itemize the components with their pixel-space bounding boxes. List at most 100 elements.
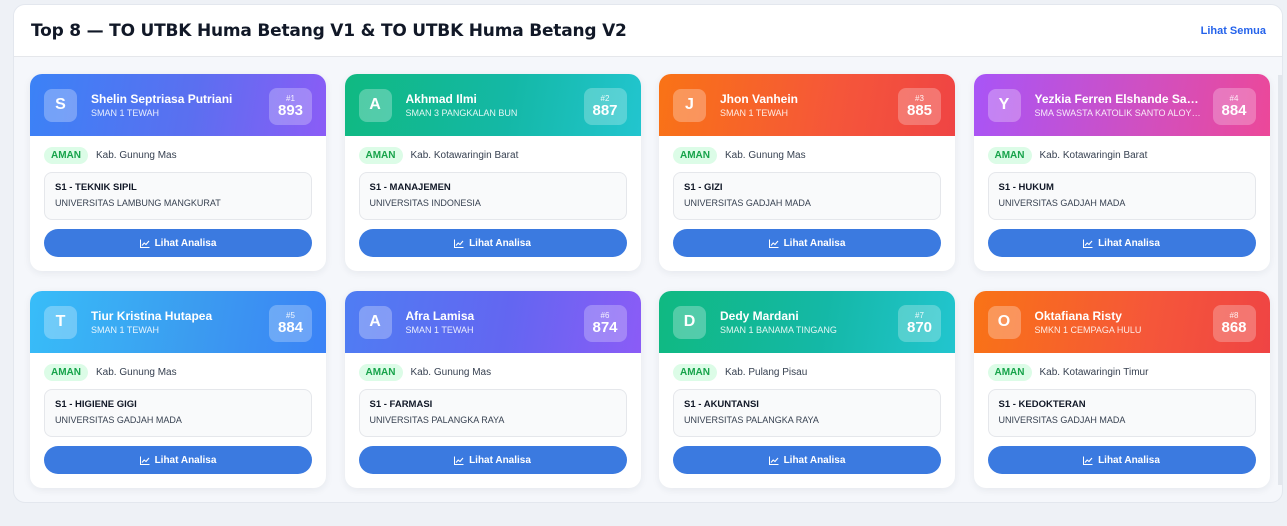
view-analysis-button[interactable]: Lihat Analisa [44,229,312,257]
status-badge: AMAN [358,363,403,381]
program-choice: S1 - MANAJEMEN UNIVERSITAS INDONESIA [358,172,627,220]
card-header: A Akhmad Ilmi SMAN 3 PANGKALAN BUN #2 88… [344,74,641,136]
see-all-link[interactable]: Lihat Semua [1201,25,1266,37]
student-name: Afra Lamisa [405,309,475,323]
major-label: S1 - FARMASI [369,399,433,410]
major-label: S1 - HUKUM [998,182,1054,193]
card-body: AMAN Kab. Gunung Mas S1 - HIGIENE GIGI U… [30,353,326,474]
score-value: 885 [906,102,933,119]
major-label: S1 - HIGIENE GIGI [55,399,137,410]
card-header: J Jhon Vanhein SMAN 1 TEWAH #3 885 [659,74,955,136]
page-title: Top 8 — TO UTBK Huma Betang V1 & TO UTBK… [31,20,627,41]
university-label: UNIVERSITAS PALANGKA RAYA [684,415,819,425]
card-header: S Shelin Septriasa Putriani SMAN 1 TEWAH… [30,74,326,136]
status-badge: AMAN [987,146,1032,164]
card-body: AMAN Kab. Gunung Mas S1 - GIZI UNIVERSIT… [659,136,955,257]
student-card: O Oktafiana Risty SMKN 1 CEMPAGA HULU #8… [973,291,1270,488]
card-body: AMAN Kab. Kotawaringin Timur S1 - KEDOKT… [974,353,1270,474]
major-label: S1 - AKUNTANSI [684,399,759,410]
status-row: AMAN Kab. Gunung Mas [673,146,941,164]
student-name: Oktafiana Risty [1034,309,1122,323]
major-label: S1 - MANAJEMEN [369,182,451,193]
university-label: UNIVERSITAS GADJAH MADA [684,198,811,208]
view-analysis-label: Lihat Analisa [469,237,531,249]
program-choice: S1 - HIGIENE GIGI UNIVERSITAS GADJAH MAD… [44,389,312,437]
rank-label: #2 [600,94,610,103]
avatar: D [673,305,706,339]
university-label: UNIVERSITAS LAMBUNG MANGKURAT [55,198,221,208]
region-label: Kab. Kotawaringin Barat [410,149,519,161]
scrollbar-track[interactable] [1278,75,1282,485]
view-analysis-button[interactable]: Lihat Analisa [673,229,941,257]
chart-line-icon [768,456,779,465]
region-label: Kab. Pulang Pisau [725,366,808,378]
student-school: SMA SWASTA KATOLIK SANTO ALOYSIUS [1034,108,1202,118]
card-body: AMAN Kab. Gunung Mas S1 - FARMASI UNIVER… [345,353,641,474]
view-analysis-label: Lihat Analisa [469,454,531,466]
score-value: 887 [592,102,618,119]
score-box: #8 868 [1212,305,1256,342]
view-analysis-label: Lihat Analisa [1098,237,1160,249]
score-box: #3 885 [898,88,941,125]
status-row: AMAN Kab. Kotawaringin Timur [987,363,1256,381]
student-card: A Akhmad Ilmi SMAN 3 PANGKALAN BUN #2 88… [344,74,641,271]
score-value: 870 [906,319,933,336]
rank-label: #3 [915,94,924,103]
region-label: Kab. Kotawaringin Barat [1039,149,1148,161]
view-analysis-button[interactable]: Lihat Analisa [358,446,627,474]
program-choice: S1 - HUKUM UNIVERSITAS GADJAH MADA [987,172,1256,220]
status-row: AMAN Kab. Gunung Mas [44,363,312,381]
program-choice: S1 - AKUNTANSI UNIVERSITAS PALANGKA RAYA [673,389,941,437]
student-school: SMAN 1 TEWAH [91,108,160,118]
avatar: Y [987,88,1021,122]
region-label: Kab. Gunung Mas [410,366,492,378]
chart-line-icon [1083,456,1093,465]
rank-label: #4 [1229,94,1239,103]
view-analysis-label: Lihat Analisa [1098,454,1160,466]
status-row: AMAN Kab. Kotawaringin Barat [358,146,627,164]
student-name: Tiur Kristina Hutapea [91,309,213,323]
student-school: SMAN 1 TEWAH [405,325,474,335]
avatar: A [358,88,392,122]
view-analysis-button[interactable]: Lihat Analisa [44,446,312,474]
chart-line-icon [768,239,779,248]
student-school: SMAN 1 BANAMA TINGANG [720,325,837,335]
student-card: S Shelin Septriasa Putriani SMAN 1 TEWAH… [30,74,326,271]
student-card: A Afra Lamisa SMAN 1 TEWAH #6 874 AMAN K… [344,291,641,488]
view-analysis-button[interactable]: Lihat Analisa [987,446,1256,474]
avatar: O [987,305,1021,339]
view-analysis-button[interactable]: Lihat Analisa [987,229,1256,257]
avatar: J [673,88,706,122]
student-card: J Jhon Vanhein SMAN 1 TEWAH #3 885 AMAN … [659,74,955,271]
score-box: #4 884 [1212,88,1256,125]
program-choice: S1 - TEKNIK SIPIL UNIVERSITAS LAMBUNG MA… [44,172,312,220]
score-value: 884 [1221,102,1247,119]
ranking-grid: S Shelin Septriasa Putriani SMAN 1 TEWAH… [30,74,1270,488]
major-label: S1 - KEDOKTERAN [998,399,1086,410]
status-badge: AMAN [358,146,403,164]
status-row: AMAN Kab. Pulang Pisau [673,363,941,381]
student-name: Akhmad Ilmi [405,92,477,106]
view-analysis-button[interactable]: Lihat Analisa [673,446,941,474]
avatar: S [44,88,77,122]
view-analysis-label: Lihat Analisa [154,454,217,466]
student-card: Y Yezkia Ferren Elshande Sanjaya SMA SWA… [973,74,1270,271]
region-label: Kab. Gunung Mas [96,366,177,378]
status-badge: AMAN [673,363,717,381]
view-analysis-button[interactable]: Lihat Analisa [358,229,627,257]
score-value: 874 [592,319,618,336]
university-label: UNIVERSITAS INDONESIA [369,198,481,208]
status-row: AMAN Kab. Gunung Mas [358,363,627,381]
card-body: AMAN Kab. Pulang Pisau S1 - AKUNTANSI UN… [659,353,955,474]
status-row: AMAN Kab. Gunung Mas [44,146,312,164]
student-school: SMAN 1 TEWAH [91,325,160,335]
card-header: D Dedy Mardani SMAN 1 BANAMA TINGANG #7 … [659,291,955,353]
status-badge: AMAN [987,363,1032,381]
view-analysis-label: Lihat Analisa [783,237,846,249]
chart-line-icon [454,239,464,248]
major-label: S1 - GIZI [684,182,723,193]
university-label: UNIVERSITAS GADJAH MADA [998,198,1126,208]
chart-line-icon [1083,239,1093,248]
chart-line-icon [139,239,150,248]
view-analysis-label: Lihat Analisa [783,454,846,466]
